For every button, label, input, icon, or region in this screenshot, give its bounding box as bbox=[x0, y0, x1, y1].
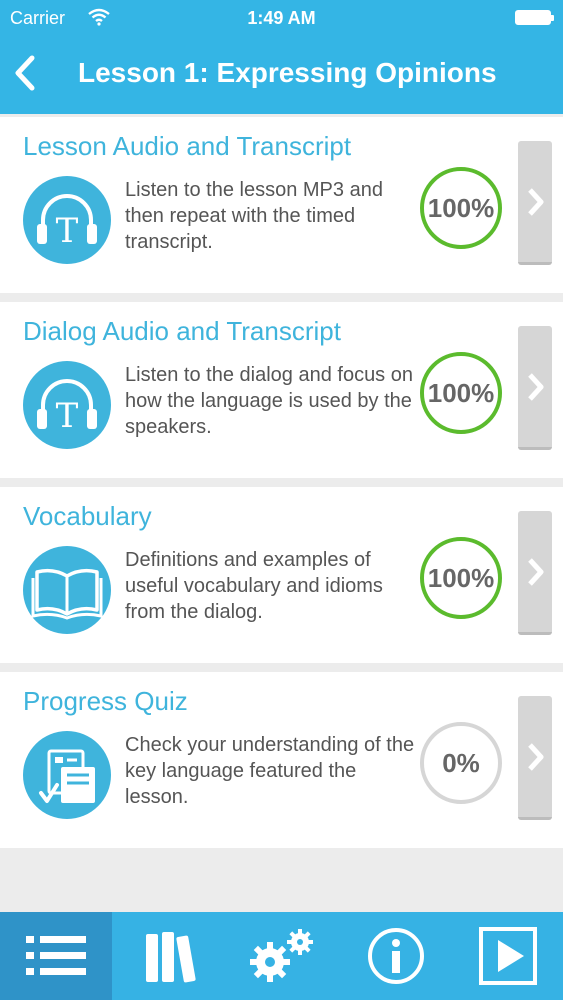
chevron-right-icon bbox=[528, 743, 544, 771]
headphones-transcript-icon: T bbox=[23, 361, 111, 449]
page-title: Lesson 1: Expressing Opinions bbox=[78, 57, 497, 88]
open-section-button[interactable] bbox=[518, 326, 552, 450]
progress-ring: 100% bbox=[420, 167, 502, 249]
progress-ring: 0% bbox=[420, 722, 502, 804]
tab-library[interactable] bbox=[112, 912, 224, 1000]
battery-icon bbox=[515, 10, 554, 25]
progress-ring: 100% bbox=[420, 537, 502, 619]
svg-text:T: T bbox=[56, 211, 79, 251]
chevron-left-icon bbox=[15, 55, 35, 91]
chevron-right-icon bbox=[528, 558, 544, 586]
section-title: Dialog Audio and Transcript bbox=[23, 316, 341, 346]
tab-info[interactable] bbox=[336, 912, 448, 1000]
books-icon bbox=[146, 932, 196, 983]
tab-settings[interactable] bbox=[224, 912, 336, 1000]
tab-player[interactable] bbox=[448, 912, 560, 1000]
section-description: Listen to the dialog and focus on how th… bbox=[125, 364, 413, 438]
status-time: 1:49 AM bbox=[247, 8, 316, 28]
quiz-checklist-icon bbox=[23, 731, 111, 819]
list-icon bbox=[26, 936, 86, 975]
open-section-button[interactable] bbox=[518, 141, 552, 265]
section-description: Definitions and examples of useful vocab… bbox=[125, 549, 383, 623]
settings-gears-icon bbox=[250, 929, 313, 982]
tab-lesson-list[interactable] bbox=[0, 912, 112, 1000]
section-vocabulary[interactable]: Vocabulary Definitions and examples of u… bbox=[0, 487, 563, 663]
status-bar: Carrier 1:49 AM bbox=[0, 0, 563, 36]
svg-text:T: T bbox=[56, 396, 79, 436]
chevron-right-icon bbox=[528, 188, 544, 216]
headphones-transcript-icon: T bbox=[23, 176, 111, 264]
section-title: Lesson Audio and Transcript bbox=[23, 131, 352, 161]
open-section-button[interactable] bbox=[518, 696, 552, 820]
section-progress-quiz[interactable]: Progress Quiz Check your understanding o… bbox=[0, 672, 563, 848]
chevron-right-icon bbox=[528, 373, 544, 401]
header: Carrier 1:49 AM Lesson 1: Expressing Opi… bbox=[0, 0, 563, 114]
info-icon bbox=[368, 928, 424, 984]
section-dialog-audio[interactable]: Dialog Audio and Transcript T Listen to … bbox=[0, 302, 563, 478]
play-icon bbox=[479, 927, 537, 985]
section-lesson-audio[interactable]: Lesson Audio and Transcript T Listen to … bbox=[0, 117, 563, 293]
section-title: Vocabulary bbox=[23, 501, 152, 531]
back-button[interactable] bbox=[8, 52, 48, 96]
section-description: Check your understanding of the key lang… bbox=[125, 734, 415, 808]
open-book-icon bbox=[23, 546, 111, 634]
tab-bar bbox=[0, 912, 563, 1000]
progress-ring: 100% bbox=[420, 352, 502, 434]
section-title: Progress Quiz bbox=[23, 686, 188, 716]
open-section-button[interactable] bbox=[518, 511, 552, 635]
section-description: Listen to the lesson MP3 and then repeat… bbox=[125, 179, 383, 253]
